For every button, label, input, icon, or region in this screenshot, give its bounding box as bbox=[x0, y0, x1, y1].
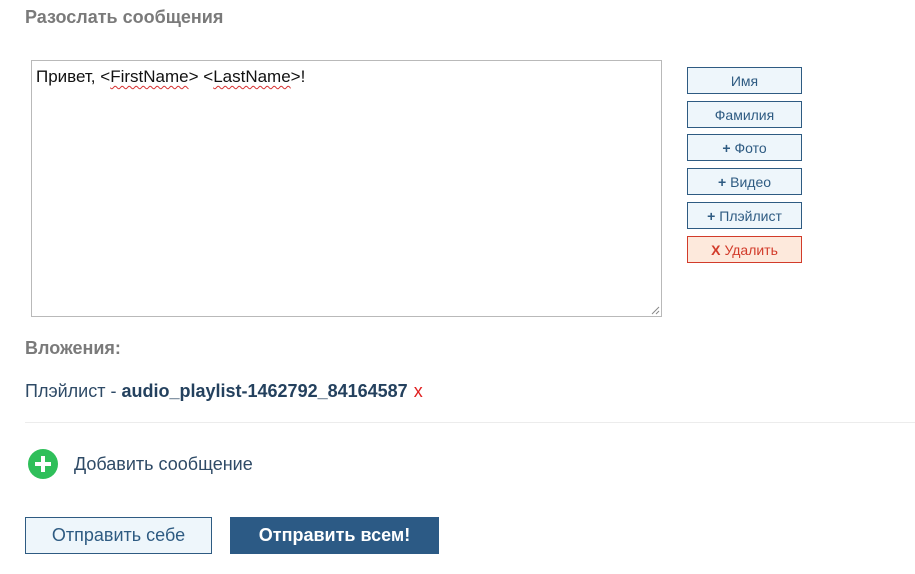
delete-label: Удалить bbox=[724, 241, 778, 258]
delete-icon: X bbox=[711, 241, 721, 258]
plus-icon: + bbox=[707, 207, 716, 224]
message-text[interactable]: Привет, <FirstName> <LastName>! bbox=[36, 67, 305, 87]
send-to-self-button[interactable]: Отправить себе bbox=[25, 517, 212, 554]
message-text-mid: > < bbox=[188, 67, 214, 86]
send-to-all-label: Отправить всем! bbox=[258, 525, 411, 545]
insert-last-name-button[interactable]: Фамилия bbox=[687, 101, 802, 128]
message-text-suffix: >! bbox=[290, 67, 306, 86]
delete-button[interactable]: X Удалить bbox=[687, 236, 802, 263]
send-to-self-label: Отправить себе bbox=[51, 525, 186, 545]
attachment-name[interactable]: audio_playlist-1462792_84164587 bbox=[121, 381, 407, 401]
remove-attachment-button[interactable]: x bbox=[414, 381, 423, 401]
divider bbox=[25, 422, 915, 423]
add-playlist-label: Плэйлист bbox=[719, 207, 782, 224]
lastname-token: LastName bbox=[213, 67, 291, 86]
add-photo-button[interactable]: + Фото bbox=[687, 134, 802, 161]
send-to-all-button[interactable]: Отправить всем! bbox=[230, 517, 439, 554]
attachment-item: Плэйлист - audio_playlist-1462792_841645… bbox=[25, 381, 423, 402]
add-message-label[interactable]: Добавить сообщение bbox=[74, 454, 253, 475]
insert-last-name-label: Фамилия bbox=[714, 106, 775, 123]
resize-grip-icon[interactable] bbox=[650, 305, 660, 315]
message-text-prefix: Привет, < bbox=[36, 67, 111, 86]
add-playlist-button[interactable]: + Плэйлист bbox=[687, 202, 802, 229]
add-photo-label: Фото bbox=[734, 139, 767, 156]
firstname-token: FirstName bbox=[110, 67, 189, 86]
add-video-label: Видео bbox=[730, 173, 772, 190]
plus-icon: + bbox=[722, 139, 731, 156]
add-video-button[interactable]: + Видео bbox=[687, 168, 802, 195]
add-circle-icon[interactable] bbox=[28, 449, 58, 479]
page-title: Разослать сообщения bbox=[25, 7, 224, 27]
insert-first-name-label: Имя bbox=[730, 72, 759, 89]
insert-first-name-button[interactable]: Имя bbox=[687, 67, 802, 94]
plus-icon: + bbox=[717, 173, 727, 190]
attachments-heading: Вложения: bbox=[25, 338, 121, 358]
message-textarea[interactable]: Привет, <FirstName> <LastName>! bbox=[31, 60, 662, 317]
attachment-type: Плэйлист - bbox=[25, 381, 122, 401]
add-message-button[interactable]: Добавить сообщение bbox=[28, 449, 253, 479]
